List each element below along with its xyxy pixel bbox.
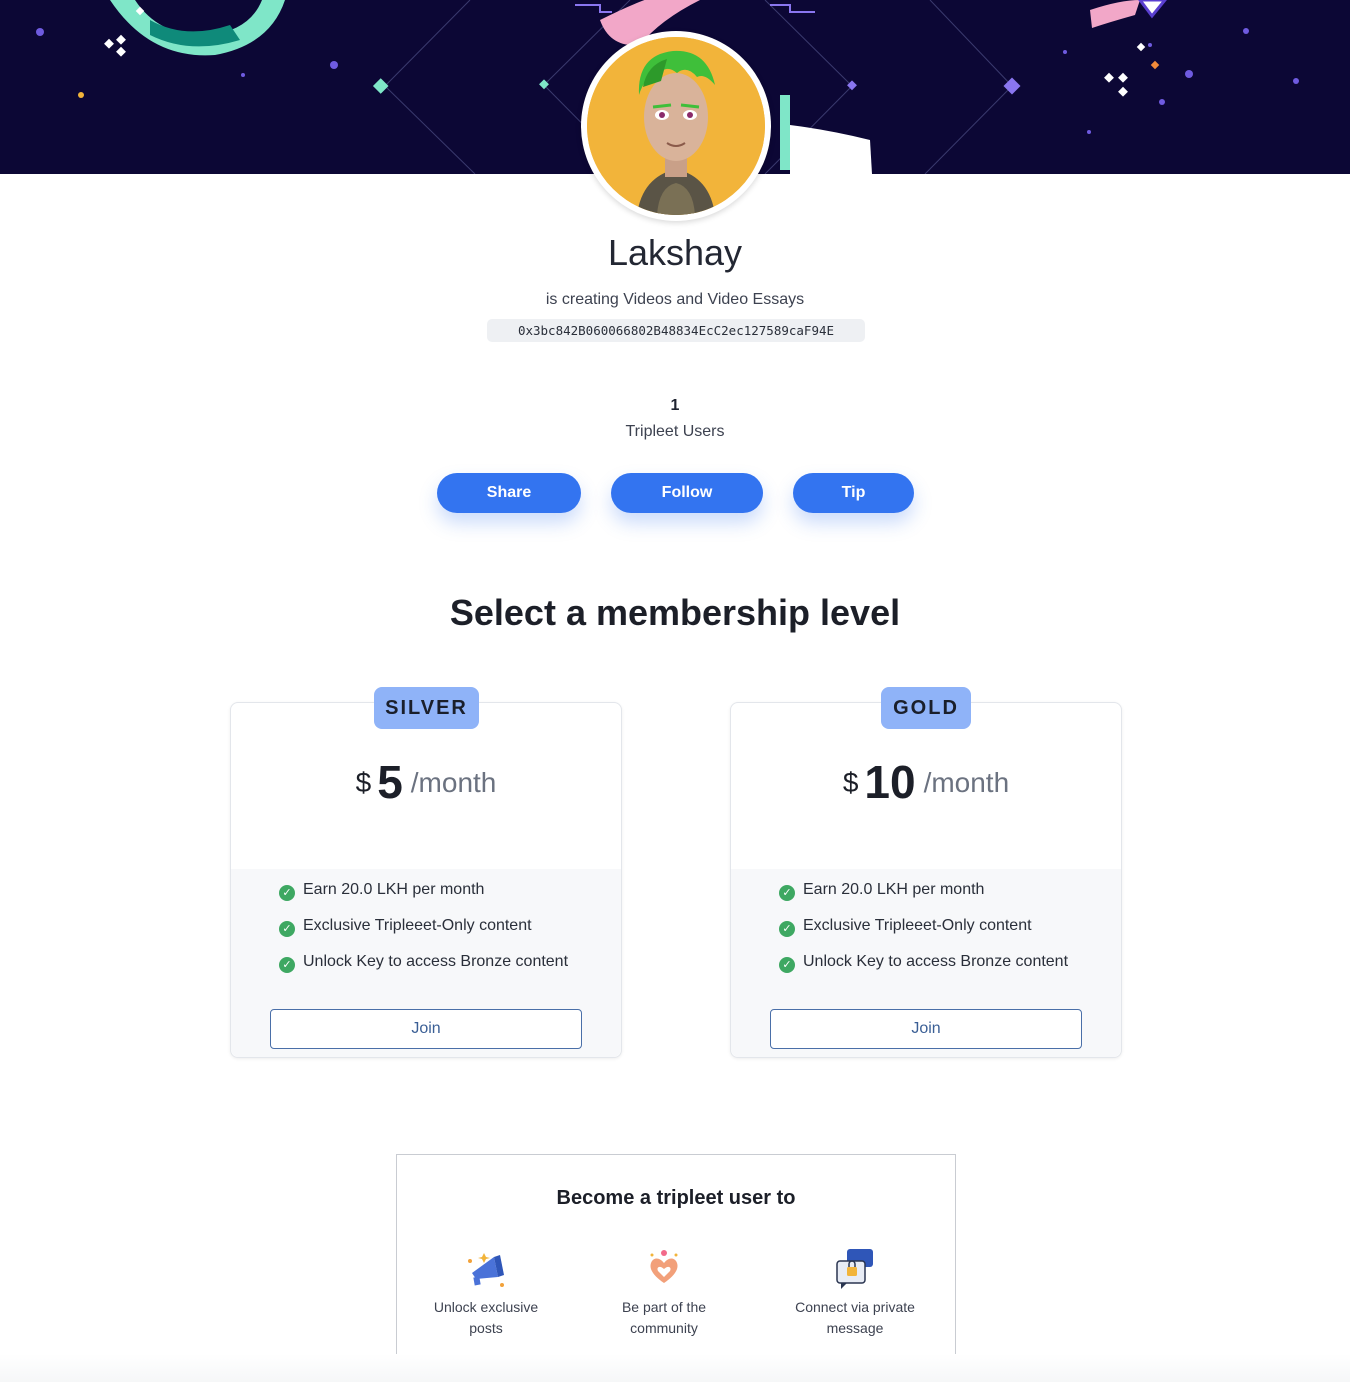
price-silver: $5/month (231, 755, 621, 809)
feature-item: ✓ Earn 20.0 LKH per month (279, 880, 485, 901)
heart-hands-icon (642, 1247, 686, 1291)
benefit-community: Be part of the community (589, 1247, 739, 1339)
users-count-label: Tripleet Users (625, 423, 725, 440)
benefit-label-line2: message (826, 1320, 884, 1336)
wallet-address[interactable]: 0x3bc842B060066802B48834EcC2ec127589caF9… (487, 319, 865, 342)
benefit-unlock-posts: Unlock exclusive posts (411, 1247, 561, 1339)
join-silver-button[interactable]: Join (270, 1009, 582, 1049)
feature-text: Exclusive Tripleeet-Only content (303, 917, 532, 934)
benefit-label-line2: community (630, 1320, 698, 1336)
feature-text: Unlock Key to access Bronze content (303, 953, 569, 970)
check-circle-icon: ✓ (779, 921, 795, 937)
check-circle-icon: ✓ (279, 921, 295, 937)
membership-section-title: Select a membership level (449, 592, 901, 633)
creator-tagline: is creating Videos and Video Essays (545, 291, 805, 308)
benefit-label-line1: Unlock exclusive (433, 1299, 539, 1315)
tip-button[interactable]: Tip (793, 473, 914, 513)
benefits-box: Become a tripleet user to Unlock exclusi… (396, 1154, 956, 1371)
feature-item: ✓ Unlock Key to access Bronze content (779, 952, 1069, 973)
feature-text: Earn 20.0 LKH per month (303, 881, 485, 898)
avatar-illustration (587, 37, 765, 215)
price-amount: 10 (864, 756, 916, 808)
feature-item: ✓ Unlock Key to access Bronze content (279, 952, 569, 973)
tier-badge-silver: SILVER (374, 687, 479, 729)
price-gold: $10/month (731, 755, 1121, 809)
users-count: 1 (670, 397, 680, 414)
price-period: /month (410, 767, 497, 798)
membership-card-gold: GOLD $10/month ✓ Earn 20.0 LKH per month … (730, 687, 1122, 1058)
megaphone-icon (464, 1247, 508, 1291)
page-bottom-fade (0, 1354, 1350, 1382)
price-period: /month (923, 767, 1010, 798)
check-circle-icon: ✓ (779, 957, 795, 973)
benefit-label-line1: Be part of the (621, 1299, 707, 1315)
feature-item: ✓ Earn 20.0 LKH per month (779, 880, 985, 901)
feature-text: Earn 20.0 LKH per month (803, 881, 985, 898)
follow-button[interactable]: Follow (611, 473, 763, 513)
feature-text: Exclusive Tripleeet-Only content (803, 917, 1032, 934)
price-currency: $ (355, 767, 372, 798)
feature-item: ✓ Exclusive Tripleeet-Only content (279, 916, 532, 937)
creator-avatar (581, 31, 771, 221)
check-circle-icon: ✓ (279, 885, 295, 901)
benefits-title: Become a tripleet user to (556, 1187, 796, 1209)
feature-item: ✓ Exclusive Tripleeet-Only content (779, 916, 1032, 937)
benefit-label-line2: posts (469, 1320, 503, 1336)
price-currency: $ (842, 767, 859, 798)
join-gold-button[interactable]: Join (770, 1009, 1082, 1049)
check-circle-icon: ✓ (779, 885, 795, 901)
check-circle-icon: ✓ (279, 957, 295, 973)
benefit-label-line1: Connect via private (795, 1299, 915, 1315)
membership-card-silver: SILVER $5/month ✓ Earn 20.0 LKH per month… (230, 687, 622, 1058)
private-message-icon (833, 1247, 877, 1291)
feature-text: Unlock Key to access Bronze content (803, 953, 1069, 970)
creator-name: Lakshay (607, 232, 743, 273)
share-button[interactable]: Share (437, 473, 581, 513)
tier-badge-gold: GOLD (881, 687, 971, 729)
price-amount: 5 (377, 756, 403, 808)
benefit-private-message: Connect via private message (770, 1247, 940, 1339)
